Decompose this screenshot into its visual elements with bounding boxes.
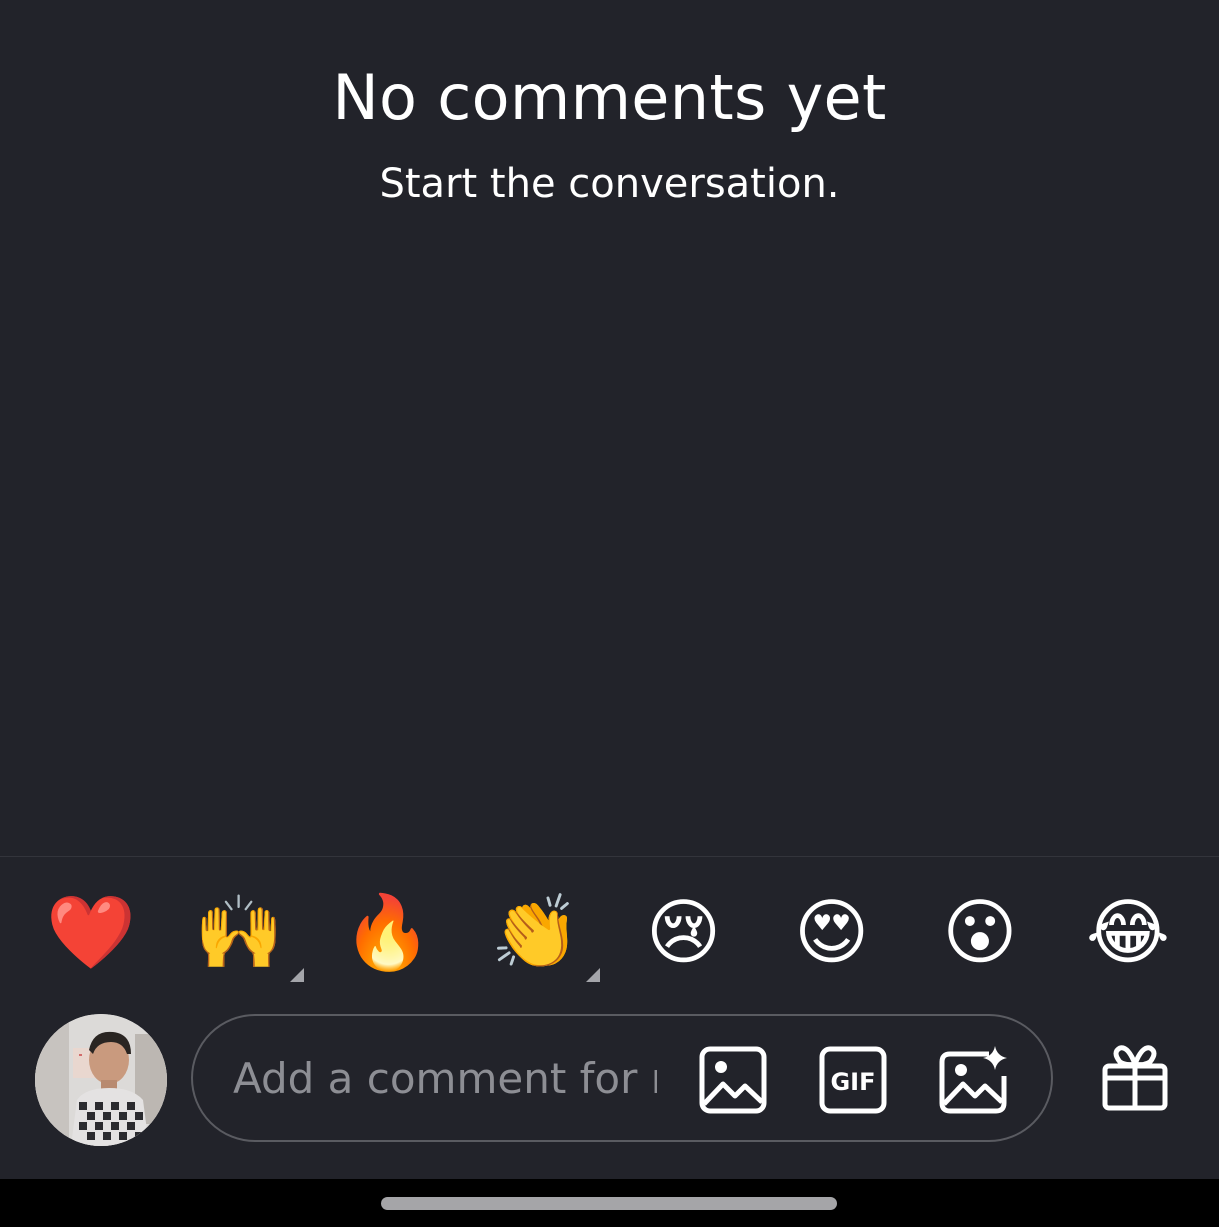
- image-icon[interactable]: [699, 1046, 767, 1114]
- reaction-red-heart[interactable]: ❤️: [18, 880, 164, 984]
- avatar-photo: [35, 1014, 167, 1146]
- divider: [0, 856, 1219, 857]
- reaction-raising-hands[interactable]: 🙌: [166, 880, 312, 984]
- home-indicator[interactable]: [381, 1197, 837, 1210]
- empty-state: No comments yet Start the conversation.: [0, 58, 1219, 210]
- skin-tone-options-indicator: [290, 968, 305, 982]
- reaction-crying-face[interactable]: 😢: [611, 880, 757, 984]
- reaction-surprised-face[interactable]: 😮: [907, 880, 1053, 984]
- gif-label: GIF: [830, 1068, 875, 1096]
- tears-of-joy-emoji: 😂: [1085, 890, 1171, 974]
- clapping-hands-emoji: 👏: [490, 890, 581, 974]
- avatar[interactable]: [35, 1014, 167, 1146]
- gif-icon[interactable]: GIF: [819, 1046, 887, 1114]
- comment-input[interactable]: [233, 1040, 657, 1116]
- empty-state-title: No comments yet: [332, 61, 887, 134]
- reaction-clapping-hands[interactable]: 👏: [462, 880, 608, 984]
- quick-reactions-bar: ❤️ 🙌 🔥 👏 😢 😍 😮 😂: [18, 880, 1201, 984]
- fire-emoji: 🔥: [342, 890, 433, 974]
- comment-field: GIF: [191, 1014, 1053, 1142]
- raising-hands-emoji: 🙌: [194, 890, 284, 974]
- skin-tone-options-indicator: [586, 968, 601, 982]
- ai-image-icon[interactable]: [939, 1046, 1007, 1114]
- reaction-fire[interactable]: 🔥: [314, 880, 460, 984]
- reaction-heart-eyes[interactable]: 😍: [759, 880, 905, 984]
- surprised-face-emoji: 😮: [942, 890, 1018, 974]
- red-heart-emoji: ❤️: [46, 890, 136, 974]
- empty-state-subtitle: Start the conversation.: [379, 161, 840, 207]
- comment-composer: GIF: [0, 1010, 1219, 1150]
- home-bar-area: [0, 1179, 1219, 1227]
- crying-face-emoji: 😢: [646, 890, 722, 974]
- heart-eyes-emoji: 😍: [794, 890, 870, 974]
- reaction-tears-of-joy[interactable]: 😂: [1055, 880, 1201, 984]
- gift-icon[interactable]: [1100, 1042, 1170, 1112]
